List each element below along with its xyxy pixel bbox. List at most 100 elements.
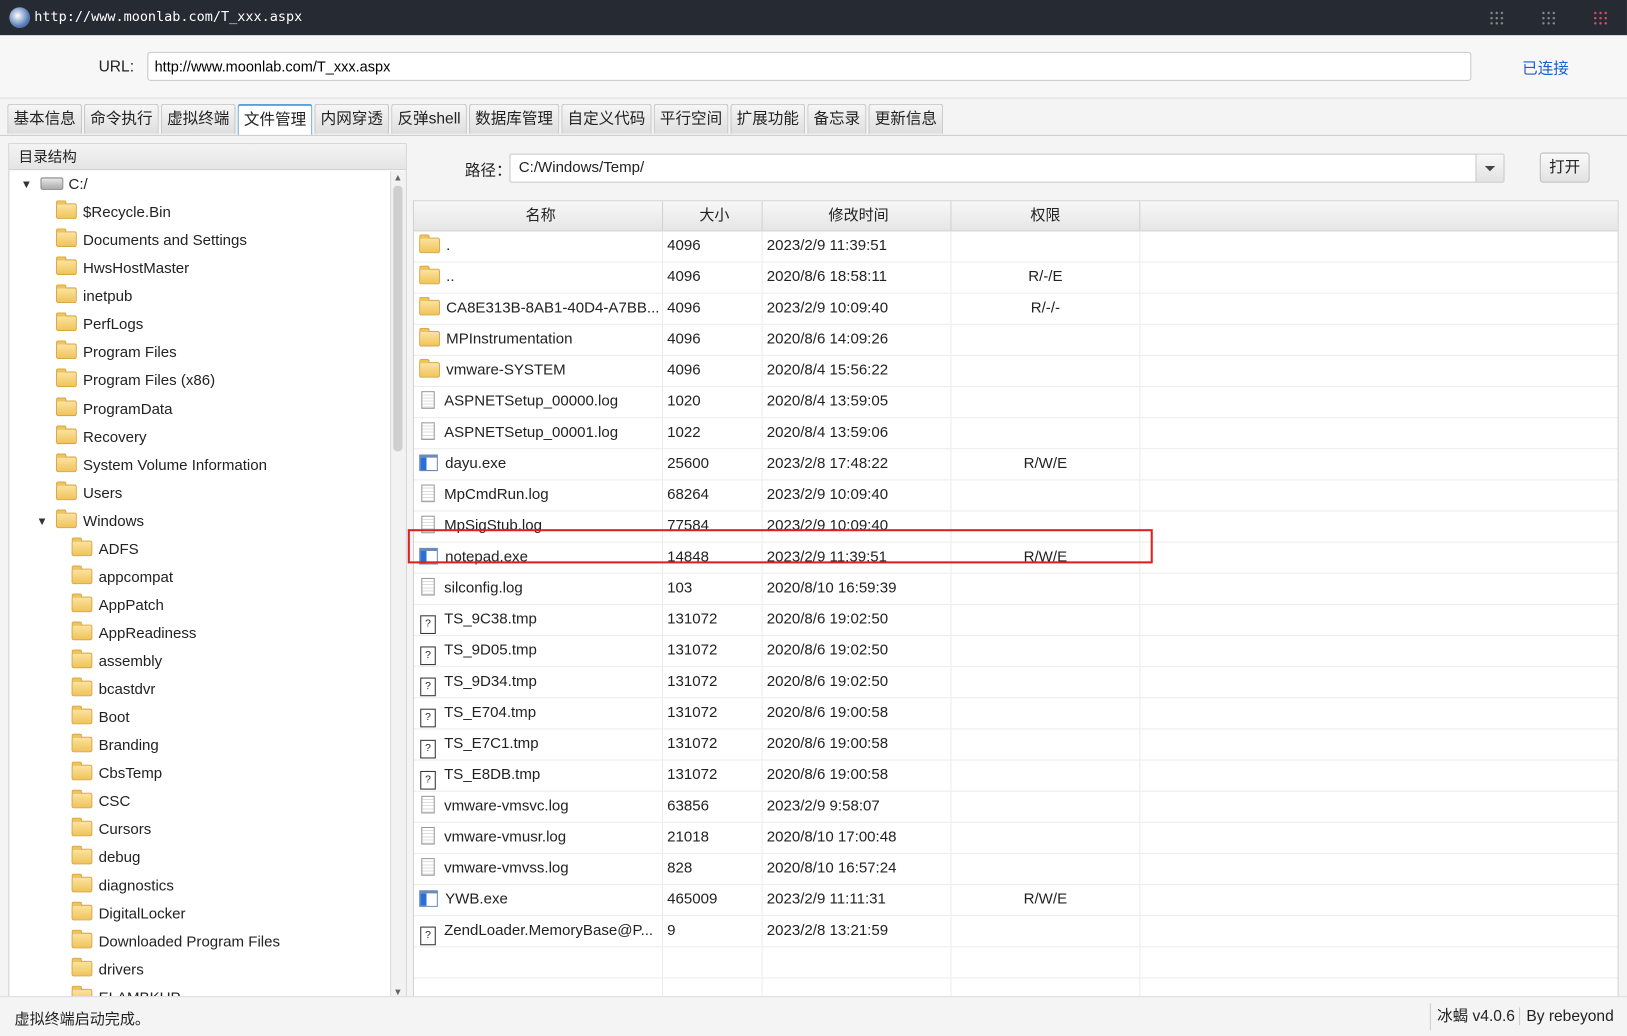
tree-item[interactable]: Cursors — [9, 817, 389, 845]
tree-item-label: diagnostics — [98, 877, 174, 895]
unknown-file-icon: ? — [420, 926, 436, 946]
tab-3[interactable]: 文件管理 — [237, 103, 313, 135]
scrollbar-thumb[interactable] — [393, 185, 403, 452]
table-row[interactable]: ASPNETSetup_00001.log 1022 2020/8/4 13:59:… — [414, 418, 1618, 450]
column-header-permission[interactable]: 权限 — [951, 201, 1141, 231]
expand-arrow-icon[interactable]: ▼ — [21, 171, 32, 199]
table-row[interactable]: ? TS_E8DB.tmp 131072 2020/8/6 19:00:58 — [414, 760, 1618, 792]
tree-item[interactable]: Boot — [9, 705, 389, 733]
tree-item-label: Program Files (x86) — [83, 372, 216, 390]
table-row[interactable]: ASPNETSetup_00000.log 1020 2020/8/4 13:59:… — [414, 387, 1618, 419]
folder-icon — [71, 677, 93, 697]
minimize-icon[interactable] — [1488, 10, 1504, 25]
tree-item[interactable]: Documents and Settings — [9, 227, 389, 255]
table-row[interactable]: ? TS_9D05.tmp 131072 2020/8/6 19:02:50 — [414, 636, 1618, 668]
table-row[interactable]: vmware-vmusr.log 21018 2020/8/10 17:00:48 — [414, 822, 1618, 854]
table-row[interactable]: MpCmdRun.log 68264 2023/2/9 10:09:40 — [414, 480, 1618, 512]
open-button[interactable]: 打开 — [1539, 152, 1590, 183]
tree-item[interactable]: debug — [9, 845, 389, 873]
row-filler — [1140, 418, 1617, 448]
tree-item[interactable]: System Volume Information — [9, 452, 389, 480]
close-icon[interactable] — [1592, 10, 1608, 25]
tab-0[interactable]: 基本信息 — [7, 103, 82, 134]
file-mtime: 2020/8/10 16:57:24 — [763, 853, 952, 885]
table-row[interactable]: . 4096 2023/2/9 11:39:51 — [414, 231, 1618, 263]
table-row[interactable]: dayu.exe 25600 2023/2/8 17:48:22 R/W/E — [414, 449, 1618, 481]
tree-item[interactable]: CSC — [9, 789, 389, 817]
column-header-mtime[interactable]: 修改时间 — [763, 201, 952, 231]
tree-item[interactable]: ProgramData — [9, 396, 389, 424]
tab-8[interactable]: 平行空间 — [653, 103, 729, 134]
tree-item-label: inetpub — [83, 288, 133, 306]
tree-scrollbar[interactable]: ▲ ▼ — [390, 171, 406, 999]
table-row[interactable]: ? TS_9C38.tmp 131072 2020/8/6 19:02:50 — [414, 604, 1618, 637]
tab-1[interactable]: 命令执行 — [84, 103, 159, 134]
tab-7[interactable]: 自定义代码 — [561, 103, 652, 134]
table-row[interactable]: YWB.exe 465009 2023/2/9 11:11:31 R/W/E — [414, 885, 1618, 917]
folder-icon — [71, 705, 93, 725]
tab-4[interactable]: 内网穿透 — [314, 103, 390, 134]
row-filler — [1140, 294, 1617, 324]
table-row[interactable]: .. 4096 2020/8/6 18:58:11 R/-/E — [414, 262, 1618, 294]
table-row[interactable]: notepad.exe 14848 2023/2/9 11:39:51 R/W/E — [414, 542, 1618, 574]
tree-item[interactable]: ▼ Windows — [9, 508, 389, 536]
table-row[interactable]: vmware-vmsvc.log 63856 2023/2/9 9:58:07 — [414, 791, 1618, 823]
tree-item[interactable]: AppReadiness — [9, 620, 389, 648]
tree-item[interactable]: bcastdvr — [9, 677, 389, 705]
tree-item[interactable]: diagnostics — [9, 873, 389, 901]
tree-item[interactable]: Program Files (x86) — [9, 367, 389, 395]
table-row[interactable]: ? TS_E704.tmp 131072 2020/8/6 19:00:58 — [414, 698, 1618, 730]
folder-icon — [71, 649, 93, 669]
tab-6[interactable]: 数据库管理 — [468, 103, 560, 134]
folder-icon — [56, 200, 77, 219]
tree-item[interactable]: Recovery — [9, 424, 389, 452]
tree-item[interactable]: AppPatch — [9, 592, 389, 620]
file-mtime: 2023/2/9 10:09:40 — [763, 480, 952, 511]
tab-11[interactable]: 更新信息 — [868, 103, 944, 134]
tree-item[interactable]: Program Files — [9, 339, 389, 367]
chevron-down-icon[interactable] — [1475, 154, 1504, 182]
tree-item[interactable]: PerfLogs — [9, 311, 389, 339]
tree-item[interactable]: $Recycle.Bin — [9, 199, 389, 227]
tree-item[interactable]: Downloaded Program Files — [9, 929, 389, 957]
table-row[interactable]: MpSigStub.log 77584 2023/2/9 10:09:40 — [414, 511, 1618, 543]
tree-item[interactable]: DigitalLocker — [9, 901, 389, 929]
tree-item[interactable]: ▼ C:/ — [9, 171, 389, 199]
scroll-up-icon[interactable]: ▲ — [393, 172, 402, 182]
tab-10[interactable]: 备忘录 — [807, 103, 867, 134]
file-mtime: 2020/8/4 13:59:05 — [763, 387, 952, 418]
table-row[interactable]: vmware-vmvss.log 828 2020/8/10 16:57:24 — [414, 853, 1618, 886]
tree-item-label: Boot — [98, 709, 130, 727]
folder-icon — [56, 312, 77, 331]
tree-item[interactable]: appcompat — [9, 564, 389, 592]
file-mtime: 2023/2/9 11:39:51 — [763, 231, 952, 262]
column-header-name[interactable]: 名称 — [414, 201, 664, 231]
table-row[interactable]: vmware-SYSTEM 4096 2020/8/4 15:56:22 — [414, 355, 1618, 388]
tree-item[interactable]: CbsTemp — [9, 761, 389, 789]
table-row[interactable]: MPInstrumentation 4096 2020/8/6 14:09:26 — [414, 324, 1618, 356]
tree-item[interactable]: inetpub — [9, 283, 389, 311]
tree-item[interactable]: ADFS — [9, 536, 389, 564]
tree-item[interactable]: Branding — [9, 733, 389, 761]
tree-item[interactable]: assembly — [9, 649, 389, 677]
tab-5[interactable]: 反弹shell — [391, 103, 467, 134]
maximize-icon[interactable] — [1540, 10, 1556, 25]
table-row[interactable]: ? ZendLoader.MemoryBase@P... 9 2023/2/8 13:… — [414, 916, 1618, 948]
table-row[interactable]: silconfig.log 103 2020/8/10 16:59:39 — [414, 573, 1618, 605]
table-row[interactable]: CA8E313B-8AB1-40D4-A7BB... 4096 2023/2/9 1… — [414, 293, 1618, 325]
url-input[interactable] — [147, 51, 1472, 81]
text-file-icon — [421, 422, 435, 440]
tab-9[interactable]: 扩展功能 — [730, 103, 806, 134]
tree-item[interactable]: Users — [9, 480, 389, 508]
tree-item[interactable]: HwsHostMaster — [9, 255, 389, 283]
table-row[interactable]: ? TS_E7C1.tmp 131072 2020/8/6 19:00:58 — [414, 729, 1618, 761]
tab-2[interactable]: 虚拟终端 — [160, 103, 236, 134]
file-size: 131072 — [663, 729, 763, 760]
column-header-size[interactable]: 大小 — [663, 201, 763, 231]
expand-arrow-icon[interactable]: ▼ — [36, 508, 47, 536]
version-info: 冰蝎 v4.0.6 By rebeyond — [1429, 1003, 1614, 1031]
file-name-cell: ? TS_E8DB.tmp — [414, 760, 664, 791]
table-row[interactable]: ? TS_9D34.tmp 131072 2020/8/6 19:02:50 — [414, 667, 1618, 699]
path-combobox[interactable]: C:/Windows/Temp/ — [509, 153, 1505, 183]
tree-item[interactable]: drivers — [9, 957, 389, 985]
